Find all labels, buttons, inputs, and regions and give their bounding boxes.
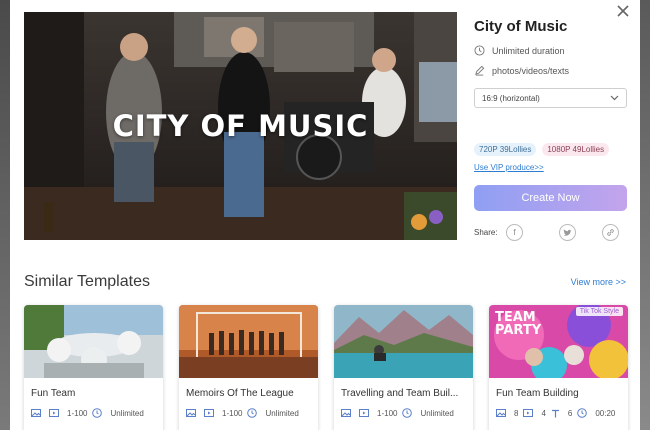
view-more-link[interactable]: View more >> <box>571 277 626 287</box>
card-meta: 8 4 6 00:20 <box>489 399 628 418</box>
price-720p[interactable]: 720P 39Lollies <box>474 143 537 156</box>
user-count: 1-100 <box>67 408 88 418</box>
image-icon <box>31 409 44 417</box>
card-thumbnail <box>334 305 473 378</box>
similar-templates-list: Fun Team 1-100 Unlimited Memoirs Of The … <box>24 305 628 430</box>
preview-title-overlay: CITY OF MUSIC <box>112 109 369 143</box>
card-title: Travelling and Team Buil... <box>341 388 459 399</box>
tiktok-style-badge: Tik Tok Style <box>575 307 623 316</box>
media-info: photos/videos/texts <box>474 65 627 76</box>
card-duration: Unlimited <box>265 408 299 418</box>
clock-icon <box>92 408 105 418</box>
similar-templates-heading: Similar Templates <box>24 273 150 290</box>
image-icon <box>341 409 354 417</box>
clock-icon <box>247 408 260 418</box>
image-icon <box>496 409 509 417</box>
card-thumbnail: TEAM PARTY Tik Tok Style <box>489 305 628 378</box>
vip-produce-link[interactable]: Use VIP produce>> <box>474 163 627 172</box>
duration-text: Unlimited duration <box>492 45 565 56</box>
card-title: Fun Team <box>31 388 76 399</box>
share-row: Share: f <box>474 224 627 241</box>
image-icon <box>186 409 199 417</box>
user-count: 1-100 <box>222 408 243 418</box>
card-meta: 1-100 Unlimited <box>334 399 473 418</box>
template-modal: CITY OF MUSIC City of Music Unlimited du… <box>10 0 640 430</box>
template-card-fun-team[interactable]: Fun Team 1-100 Unlimited <box>24 305 163 430</box>
text-count: 6 <box>567 408 573 418</box>
video-count: 4 <box>541 408 546 418</box>
card-meta: 1-100 Unlimited <box>179 399 318 418</box>
card-title: Fun Team Building <box>496 388 579 399</box>
template-info-panel: City of Music Unlimited duration photos/… <box>474 12 627 241</box>
page-backdrop-right <box>640 0 650 430</box>
twitter-icon[interactable] <box>559 224 576 241</box>
text-icon <box>551 409 563 418</box>
card-duration: Unlimited <box>110 408 144 418</box>
facebook-icon[interactable]: f <box>506 224 523 241</box>
card-title: Memoirs Of The League <box>186 388 294 399</box>
template-preview[interactable]: CITY OF MUSIC <box>24 12 457 240</box>
aspect-ratio-select[interactable]: 16:9 (horizontal) <box>474 88 627 108</box>
card-meta: 1-100 Unlimited <box>24 399 163 418</box>
clock-icon <box>577 408 590 418</box>
card-thumbnail <box>179 305 318 378</box>
price-1080p[interactable]: 1080P 49Lollies <box>542 143 610 156</box>
price-options: 720P 39Lollies 1080P 49Lollies <box>474 143 627 156</box>
user-count: 1-100 <box>377 408 398 418</box>
aspect-ratio-value: 16:9 (horizontal) <box>482 93 540 103</box>
video-icon <box>359 409 372 417</box>
photo-count: 8 <box>514 408 519 418</box>
card-thumbnail <box>24 305 163 378</box>
clock-icon <box>474 45 485 56</box>
share-label: Share: <box>474 228 498 237</box>
create-now-button[interactable]: Create Now <box>474 185 627 211</box>
template-card-memoirs-of-the-league[interactable]: Memoirs Of The League 1-100 Unlimited <box>179 305 318 430</box>
template-title: City of Music <box>474 18 568 35</box>
template-card-travelling-and-team-building[interactable]: Travelling and Team Buil... 1-100 Unlimi… <box>334 305 473 430</box>
chevron-down-icon <box>610 95 619 101</box>
card-duration: 00:20 <box>595 408 616 418</box>
template-card-fun-team-building[interactable]: TEAM PARTY Tik Tok Style Fun Team Buildi… <box>489 305 628 430</box>
duration-info: Unlimited duration <box>474 45 627 56</box>
clock-icon <box>402 408 415 418</box>
video-icon <box>204 409 217 417</box>
edit-icon <box>475 65 485 76</box>
card-thumbnail-text: TEAM PARTY <box>495 310 542 338</box>
link-icon[interactable] <box>602 224 619 241</box>
video-icon <box>49 409 62 417</box>
media-text: photos/videos/texts <box>492 65 570 76</box>
video-icon <box>523 409 536 417</box>
page-backdrop-left <box>0 0 10 430</box>
card-duration: Unlimited <box>420 408 454 418</box>
